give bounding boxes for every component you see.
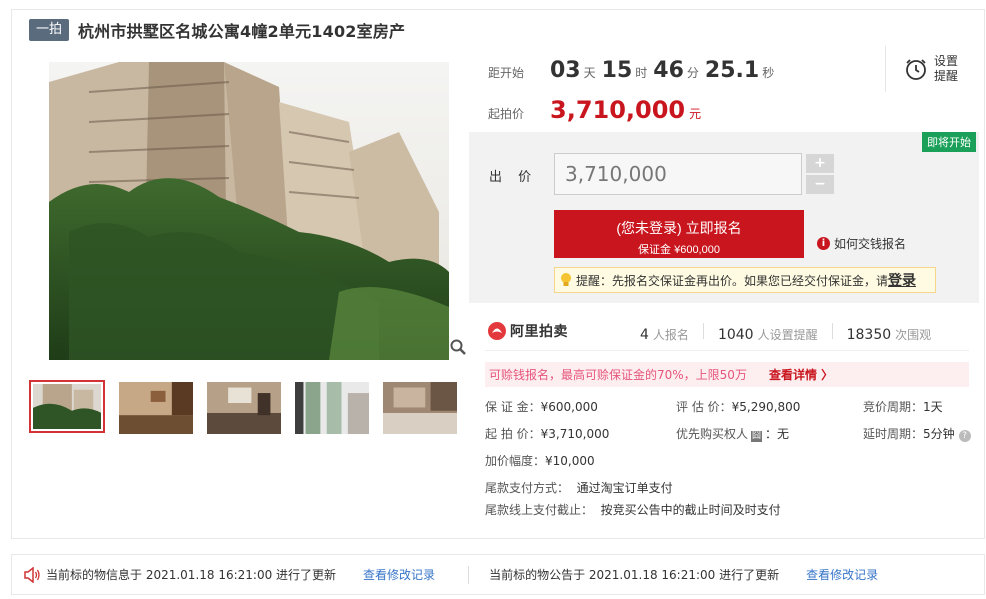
main-photo[interactable] — [29, 62, 469, 360]
delay-label: 延时周期： — [863, 427, 924, 441]
deposit-label: 保 证 金： — [485, 400, 541, 414]
signup-count: 4 — [640, 327, 649, 343]
priority-mark-icon: 囧 — [751, 431, 763, 442]
how-to-pay-link[interactable]: i 如何交钱报名 — [817, 235, 906, 252]
loan-details-link[interactable]: 查看详情 〉 — [769, 366, 833, 383]
reminder-count: 1040 — [717, 327, 754, 343]
brand-name: 阿里拍卖 — [510, 324, 568, 340]
start-price-row: 起拍价 3,710,000 元 — [488, 96, 701, 124]
delay-item: 延时周期：5分钟? — [863, 425, 971, 442]
signup-deposit-label: 保证金 ¥600,000 — [638, 243, 720, 256]
countdown-label: 距开始 — [488, 66, 525, 80]
ali-auction-logo: 阿里拍卖 — [487, 321, 568, 341]
appraisal-value: ¥5,290,800 — [731, 400, 801, 414]
bar-divider — [468, 565, 470, 584]
minutes-unit: 分 — [686, 66, 699, 80]
deadline-item: 尾款线上支付截止： 按竞买公告中的截止时间及时支付 — [485, 501, 781, 518]
ali-auction-logo-icon — [488, 322, 506, 340]
tip-text: 提醒：先报名交保证金再出价。如果您已经交付保证金，请 — [576, 273, 889, 288]
auction-stats: 4 人报名 1040 人设置提醒 18350 次围观 — [640, 323, 931, 343]
round-tag: 一拍 — [29, 19, 70, 41]
countdown-hours: 15 — [601, 58, 633, 83]
thumbnail-4[interactable] — [295, 382, 369, 434]
divider — [485, 350, 969, 351]
thumbnail-3[interactable] — [207, 382, 281, 434]
countdown-minutes: 46 — [653, 58, 684, 83]
increment-item: 加价幅度：¥10,000 — [485, 452, 595, 469]
start-price-label: 起拍价 — [488, 107, 525, 121]
appraisal-label: 评 估 价： — [676, 400, 732, 414]
info-updated-text: 当前标的物信息于 2021.01.18 16:21:00 进行了更新 — [46, 568, 337, 582]
days-unit: 天 — [583, 66, 596, 80]
deposit-item: 保 证 金：¥600,000 — [485, 398, 598, 415]
reminder-label: 设置提醒 — [934, 54, 959, 83]
reminder-count-unit: 人设置提醒 — [757, 328, 818, 342]
deadline-label: 尾款线上支付截止： — [485, 503, 594, 517]
thumbnail-1[interactable] — [29, 380, 105, 433]
increment-value: ¥10,000 — [545, 454, 595, 468]
bid-stepper: + − — [806, 154, 834, 196]
start-price-value: 3,710,000 — [550, 96, 686, 124]
start-price-unit: 元 — [689, 107, 702, 121]
decrease-bid-button[interactable]: − — [806, 175, 834, 194]
deposit-value: ¥600,000 — [540, 400, 598, 414]
stat-divider — [831, 323, 833, 339]
stat-divider — [702, 323, 704, 339]
bid-price-input[interactable] — [554, 153, 802, 195]
thumbnail-2[interactable] — [119, 382, 193, 434]
deadline-value: 按竞买公告中的截止时间及时支付 — [600, 503, 781, 517]
notice-history-link[interactable]: 查看修改记录 — [806, 566, 878, 583]
start-price-item: 起 拍 价：¥3,710,000 — [485, 425, 609, 442]
signup-button[interactable]: (您未登录) 立即报名 保证金 ¥600,000 — [554, 210, 804, 258]
page-title: 杭州市拱墅区名城公寓4幢2单元1402室房产 — [78, 22, 406, 41]
bid-label: 出 价 — [489, 170, 538, 185]
thumbnail-5[interactable] — [383, 382, 457, 434]
alarm-clock-icon — [906, 59, 926, 80]
appraisal-item: 评 估 价：¥5,290,800 — [676, 398, 800, 415]
status-badge: 即将开始 — [922, 132, 976, 152]
loan-banner: 可赊钱报名，最高可赊保证金的70%，上限50万 查看详情 〉 — [485, 362, 969, 387]
info-history-link[interactable]: 查看修改记录 — [363, 566, 435, 583]
start-label: 起 拍 价： — [485, 427, 541, 441]
notice-updated-text: 当前标的物公告于 2021.01.18 16:21:00 进行了更新 — [489, 568, 780, 582]
signup-main-label: (您未登录) 立即报名 — [616, 219, 742, 236]
cycle-item: 竞价周期：1天 — [863, 398, 943, 415]
payment-value: 通过淘宝订单支付 — [576, 481, 673, 495]
title-row: 一拍 杭州市拱墅区名城公寓4幢2单元1402室房产 — [29, 17, 405, 43]
countdown-seconds: 25.1 — [704, 58, 760, 83]
payment-item: 尾款支付方式： 通过淘宝订单支付 — [485, 479, 673, 496]
priority-value: ：无 — [765, 427, 790, 441]
zoom-icon[interactable] — [449, 338, 467, 356]
info-icon: i — [817, 237, 830, 250]
how-to-pay-label: 如何交钱报名 — [834, 237, 907, 251]
login-tip: 提醒：先报名交保证金再出价。如果您已经交付保证金，请 登录 — [554, 267, 936, 293]
priority-item: 优先购买权人囧：无 — [676, 425, 789, 442]
priority-label: 优先购买权人 — [676, 427, 749, 441]
seconds-unit: 秒 — [762, 66, 775, 80]
login-link[interactable]: 登录 — [888, 270, 916, 290]
payment-label: 尾款支付方式： — [485, 481, 570, 495]
increase-bid-button[interactable]: + — [806, 154, 834, 173]
increment-label: 加价幅度： — [485, 454, 546, 468]
hours-unit: 时 — [635, 66, 648, 80]
view-count-unit: 次围观 — [895, 328, 932, 342]
signup-count-unit: 人报名 — [652, 328, 689, 342]
speaker-icon — [24, 566, 40, 583]
bid-panel: 即将开始 出 价 + − (您未登录) 立即报名 保证金 ¥600,000 i … — [469, 132, 979, 303]
loan-text: 可赊钱报名，最高可赊保证金的70%，上限50万 — [489, 368, 747, 382]
thumbnail-strip — [29, 380, 471, 434]
update-notice-bar: 当前标的物信息于 2021.01.18 16:21:00 进行了更新 查看修改记… — [11, 554, 985, 595]
set-reminder-button[interactable]: 设置提醒 — [885, 46, 975, 92]
view-count: 18350 — [846, 327, 892, 343]
help-icon[interactable]: ? — [958, 430, 971, 442]
cycle-label: 竞价周期： — [863, 400, 924, 414]
delay-value: 5分钟 — [923, 427, 955, 441]
building-photo — [49, 62, 449, 360]
start-value: ¥3,710,000 — [540, 427, 610, 441]
lightbulb-icon — [561, 273, 571, 286]
countdown-days: 03 — [550, 58, 581, 83]
cycle-value: 1天 — [923, 400, 943, 414]
countdown: 距开始 03 天 15 时 46 分 25.1 秒 — [488, 58, 780, 83]
